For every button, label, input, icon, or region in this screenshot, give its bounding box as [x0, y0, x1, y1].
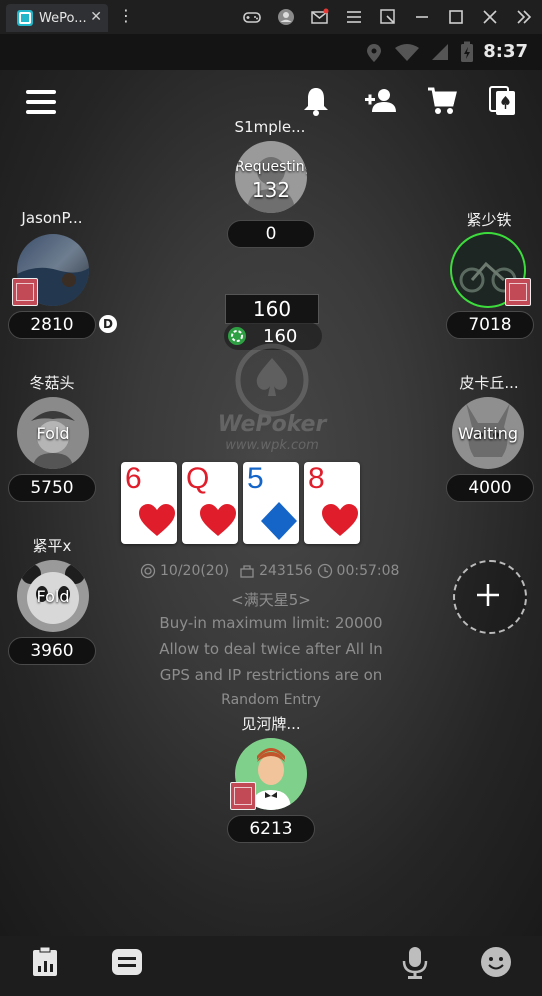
pot-total: 160	[225, 294, 319, 324]
player-left2-chips: 5750	[8, 474, 96, 502]
close-window-icon[interactable]	[481, 8, 499, 26]
table-id-icon	[240, 565, 254, 578]
tab-title: WePo...	[39, 10, 87, 26]
player-top-chips: 0	[227, 220, 315, 248]
player-left1-chips: 2810	[8, 311, 96, 339]
player-right2-name: 皮卡丘...	[459, 374, 519, 392]
player-right1-name: 紧少铁	[466, 211, 512, 229]
blinds-icon	[140, 563, 156, 579]
player-left2-status: Fold	[36, 424, 70, 443]
table-name: <满天星5>	[231, 591, 311, 609]
player-left1-name: JasonP...	[21, 209, 83, 227]
board-card: 5	[243, 462, 299, 544]
default-avatar-icon	[247, 157, 295, 213]
cards-icon[interactable]	[488, 85, 520, 117]
watermark-brand: WePoker	[217, 412, 327, 437]
player-bottom-cards-icon	[230, 782, 256, 810]
table-clock: 00:57:08	[336, 563, 400, 579]
stats-icon[interactable]	[30, 946, 62, 978]
table-id: 243156	[259, 563, 313, 579]
collapse-sidebar-icon[interactable]	[515, 8, 533, 26]
board-card: 6	[121, 462, 177, 544]
bottom-toolbar	[0, 936, 542, 996]
board-card: 8	[304, 462, 360, 544]
gamepad-icon[interactable]	[243, 8, 261, 26]
maximize-icon[interactable]	[447, 8, 465, 26]
heart-suit-icon	[200, 504, 236, 536]
card-rank: 5	[247, 462, 264, 495]
more-options-icon[interactable]: ⋮	[118, 8, 134, 24]
battery-icon	[461, 41, 473, 62]
shop-cart-icon[interactable]	[426, 85, 458, 117]
dealer-button: D	[99, 315, 117, 333]
tab-close-icon[interactable]: ✕	[90, 9, 102, 25]
wifi-icon	[395, 44, 419, 61]
minimize-icon[interactable]	[413, 8, 431, 26]
app-logo-icon	[17, 10, 33, 26]
chat-icon[interactable]	[110, 946, 142, 978]
pot-total-value: 160	[252, 297, 292, 321]
window-titlebar: WePo... ✕ ⋮	[0, 0, 542, 34]
mail-icon[interactable]	[311, 8, 329, 26]
table-meta: 10/20(20) 243156 00:57:08	[140, 563, 410, 579]
gps-rule: GPS and IP restrictions are on	[159, 666, 383, 684]
menu-icon[interactable]	[345, 8, 363, 26]
player-left2-name: 冬菇头	[29, 374, 75, 392]
card-rank: Q	[186, 462, 210, 495]
card-rank: 6	[125, 462, 142, 495]
location-icon	[367, 44, 381, 62]
board-card: Q	[182, 462, 238, 544]
deal-twice-rule: Allow to deal twice after All In	[159, 640, 383, 658]
status-bar: 8:37	[0, 34, 542, 70]
buyin-limit: Buy-in maximum limit: 20000	[159, 614, 383, 632]
player-right1-cards-icon	[505, 278, 531, 306]
watermark-url: www.wpk.com	[225, 438, 319, 453]
diamond-suit-icon	[261, 502, 297, 540]
table-blinds: 10/20(20)	[160, 563, 230, 579]
player-right2-avatar[interactable]: Waiting	[452, 397, 524, 469]
heart-suit-icon	[139, 504, 175, 536]
signal-icon	[432, 44, 448, 60]
player-left3-name: 紧平x	[32, 537, 72, 555]
player-right2-status: Waiting	[457, 424, 519, 443]
player-right2-chips: 4000	[446, 474, 534, 502]
app-tab[interactable]: WePo... ✕	[6, 4, 108, 32]
wepoker-watermark: WePoker www.wpk.com	[210, 340, 334, 460]
heart-suit-icon	[322, 504, 358, 536]
notification-bell-icon[interactable]	[300, 85, 332, 117]
player-left1-cards-icon	[12, 278, 38, 306]
player-left2-avatar[interactable]: Fold	[17, 397, 89, 469]
emoji-icon[interactable]	[480, 946, 512, 978]
popout-icon[interactable]	[379, 8, 397, 26]
menu-button[interactable]	[26, 90, 56, 114]
player-bottom-chips: 6213	[227, 815, 315, 843]
account-icon[interactable]	[277, 8, 295, 26]
player-right1-chips: 7018	[446, 311, 534, 339]
player-top-status: Requesting	[235, 159, 307, 175]
clock-icon	[317, 563, 332, 579]
player-top-name: S1mple...	[234, 118, 306, 136]
player-bottom-name: 见河牌...	[241, 715, 301, 733]
player-top-timer: 132	[251, 178, 291, 202]
microphone-icon[interactable]	[400, 946, 432, 979]
status-time: 8:37	[483, 41, 528, 62]
random-entry-rule: Random Entry	[221, 692, 321, 708]
add-friend-icon[interactable]	[364, 85, 396, 117]
player-top-avatar[interactable]: Requesting 132	[235, 141, 307, 213]
card-rank: 8	[308, 462, 325, 495]
